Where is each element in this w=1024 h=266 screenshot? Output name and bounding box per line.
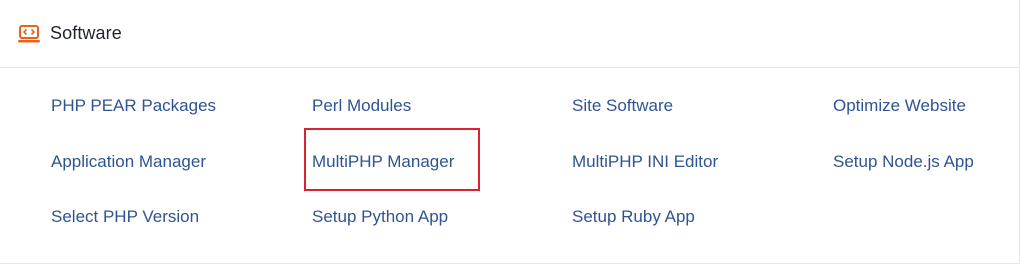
link-setup-ruby-app[interactable]: Setup Ruby App <box>572 207 695 227</box>
link-setup-nodejs-app[interactable]: Setup Node.js App <box>833 152 974 172</box>
panel-header[interactable]: Software <box>0 0 1019 68</box>
link-multiphp-ini-editor[interactable]: MultiPHP INI Editor <box>572 152 718 172</box>
link-application-manager[interactable]: Application Manager <box>51 152 206 172</box>
link-setup-python-app[interactable]: Setup Python App <box>312 207 448 227</box>
software-monitor-icon <box>18 24 40 44</box>
panel-title: Software <box>50 23 122 43</box>
link-optimize-website[interactable]: Optimize Website <box>833 96 966 116</box>
link-multiphp-manager[interactable]: MultiPHP Manager <box>312 152 454 172</box>
software-panel: Software PHP PEAR Packages Perl Modules … <box>0 0 1020 264</box>
link-perl-modules[interactable]: Perl Modules <box>312 96 411 116</box>
panel-body: PHP PEAR Packages Perl Modules Site Soft… <box>0 68 1019 263</box>
link-php-pear-packages[interactable]: PHP PEAR Packages <box>51 96 216 116</box>
link-select-php-version[interactable]: Select PHP Version <box>51 207 199 227</box>
link-site-software[interactable]: Site Software <box>572 96 673 116</box>
